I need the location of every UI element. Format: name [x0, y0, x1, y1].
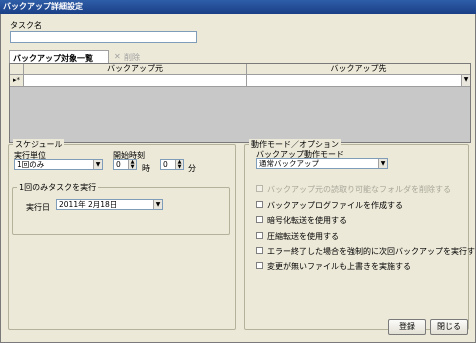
option-delete-readable-folders[interactable]: バックアップ元の読取り可能なフォルダを削除する [256, 184, 461, 194]
grid-header-row: バックアップ元 バックアップ先 [10, 64, 470, 75]
row-header-corner [10, 64, 24, 75]
schedule-group: スケジュール 実行単位 1回のみ ▼ 開始時刻 0 ▲ ▼ 時 0 ▲ ▼ 分 … [8, 139, 236, 330]
hour-unit-label: 時 [142, 164, 150, 173]
delete-button-label: 削除 [124, 53, 140, 62]
backup-mode-select[interactable]: 通常バックアップ ▼ [256, 158, 388, 169]
column-header-source[interactable]: バックアップ元 [24, 64, 247, 75]
new-row-marker: ▸* [10, 75, 24, 86]
checkbox[interactable] [256, 185, 263, 192]
backup-mode-dropdown-button[interactable]: ▼ [378, 159, 387, 168]
table-row[interactable]: ▸* ▼ [10, 75, 470, 87]
source-cell[interactable] [24, 75, 247, 86]
chevron-down-icon: ▼ [380, 160, 386, 167]
close-button[interactable]: 閉じる [430, 319, 468, 335]
execution-unit-dropdown-button[interactable]: ▼ [93, 160, 102, 169]
checkbox[interactable] [256, 201, 263, 208]
schedule-title: スケジュール [13, 139, 65, 150]
register-button[interactable]: 登録 [388, 319, 426, 335]
run-date-picker[interactable]: 2011年 2月18日 ▼ [56, 199, 163, 210]
checkbox[interactable] [256, 232, 263, 239]
destination-cell[interactable]: ▼ [247, 75, 470, 86]
backup-target-grid: バックアップ元 バックアップ先 ▸* ▼ [9, 63, 471, 143]
window-title: バックアップ詳細設定 [0, 0, 476, 14]
start-minute-stepper[interactable]: 0 ▲ ▼ [160, 159, 184, 170]
run-once-group: 1回のみタスクを実行 実行日 2011年 2月18日 ▼ [12, 182, 230, 235]
hour-spinner[interactable]: ▲ ▼ [128, 160, 136, 169]
run-date-dropdown-button[interactable]: ▼ [153, 200, 162, 209]
execution-unit-select[interactable]: 1回のみ ▼ [14, 159, 103, 170]
option-compressed-transfer[interactable]: 圧縮転送を使用する [256, 231, 461, 241]
chevron-down-icon: ▼ [463, 76, 469, 83]
destination-dropdown-button[interactable]: ▼ [461, 75, 470, 86]
option-encrypted-transfer[interactable]: 暗号化転送を使用する [256, 215, 461, 225]
option-overwrite-unchanged[interactable]: 変更が無いファイルも上書きを実施する [256, 261, 461, 271]
minute-spinner[interactable]: ▲ ▼ [175, 160, 183, 169]
start-hour-stepper[interactable]: 0 ▲ ▼ [113, 159, 137, 170]
chevron-down-icon: ▼ [155, 201, 161, 208]
spin-down-icon[interactable]: ▼ [176, 164, 183, 170]
tab-backup-targets[interactable]: バックアップ対象一覧 [9, 50, 109, 63]
option-create-log[interactable]: バックアップログファイルを作成する [256, 200, 461, 210]
run-once-title: 1回のみタスクを実行 [17, 182, 99, 193]
task-name-input[interactable] [10, 31, 197, 43]
checkbox[interactable] [256, 247, 263, 254]
delete-button[interactable]: ✕ 削除 [114, 51, 144, 63]
delete-icon: ✕ [114, 52, 121, 61]
column-header-destination[interactable]: バックアップ先 [247, 64, 470, 75]
options-group: 動作モード／オプション バックアップ動作モード 通常バックアップ ▼ バックアッ… [244, 139, 476, 330]
chevron-down-icon: ▼ [95, 161, 101, 168]
option-force-next-backup[interactable]: エラー終了した場合を強制的に次回バックアップを実行する [256, 246, 476, 256]
spin-down-icon[interactable]: ▼ [129, 164, 136, 170]
checkbox[interactable] [256, 216, 263, 223]
dialog-body: タスク名 バックアップ対象一覧 ✕ 削除 バックアップ元 バックアップ先 ▸* … [0, 14, 476, 343]
checkbox[interactable] [256, 262, 263, 269]
run-date-label: 実行日 [26, 203, 50, 212]
minute-unit-label: 分 [188, 164, 196, 173]
task-name-label: タスク名 [10, 21, 42, 30]
